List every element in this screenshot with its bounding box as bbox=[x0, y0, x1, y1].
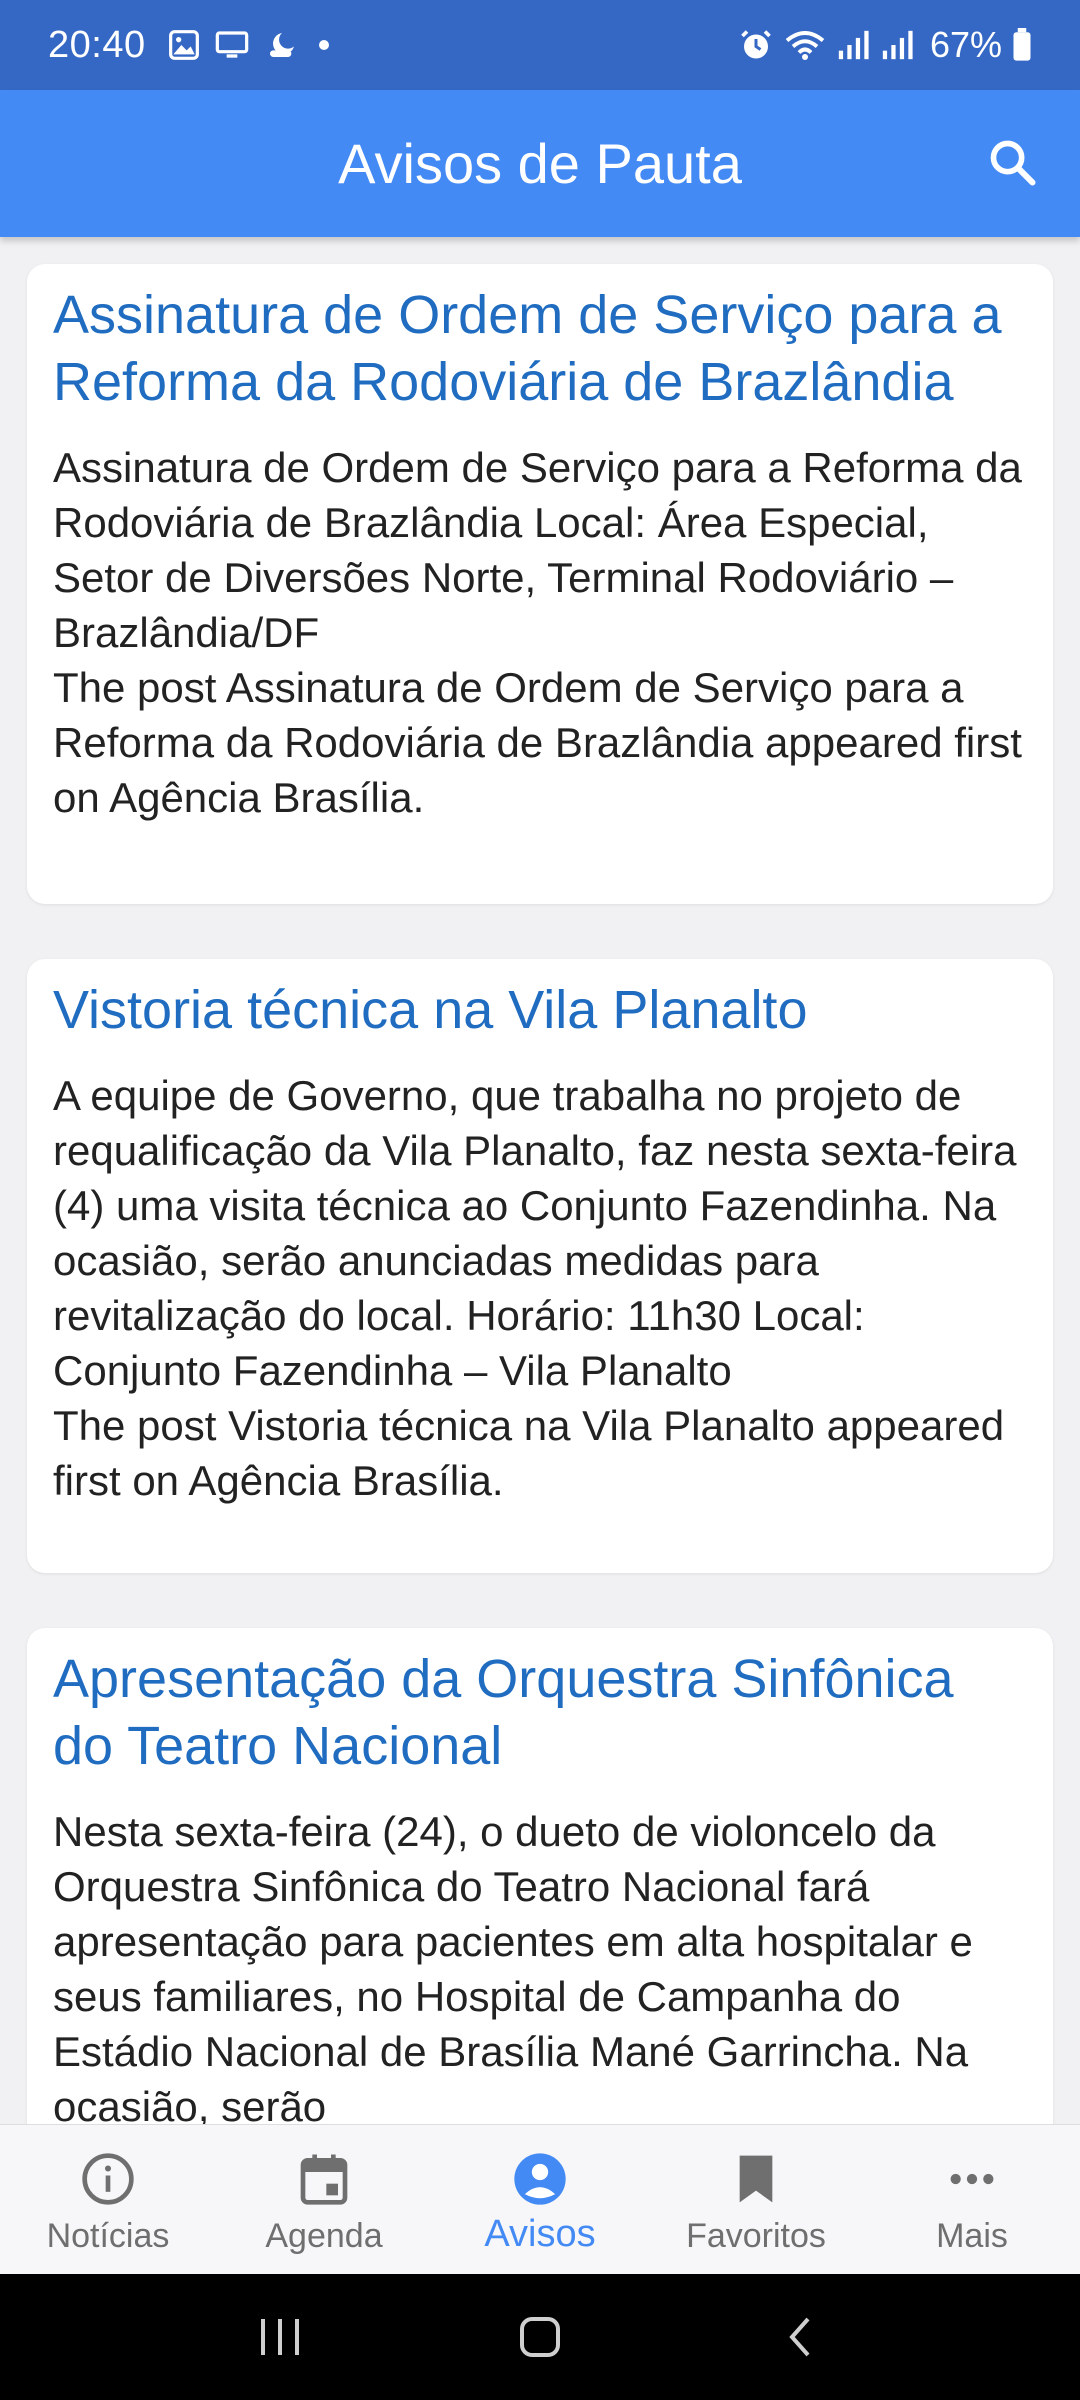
card-title[interactable]: Assinatura de Ordem de Serviço para a Re… bbox=[53, 282, 1027, 416]
home-button[interactable] bbox=[490, 2297, 590, 2377]
dot-icon bbox=[314, 35, 334, 55]
battery-icon bbox=[1012, 28, 1032, 62]
status-bar: 20:40 67% bbox=[0, 0, 1080, 90]
back-icon bbox=[789, 2317, 810, 2357]
nav-item-mais[interactable]: Mais bbox=[864, 2125, 1080, 2274]
search-icon bbox=[990, 140, 1036, 186]
nav-item-agenda[interactable]: Agenda bbox=[216, 2125, 432, 2274]
moon-cloud-icon bbox=[264, 29, 300, 61]
app-bar: Avisos de Pauta bbox=[0, 90, 1080, 237]
card-title[interactable]: Vistoria técnica na Vila Planalto bbox=[53, 977, 1027, 1044]
system-navigation-bar bbox=[0, 2274, 1080, 2400]
back-button[interactable] bbox=[750, 2297, 850, 2377]
bottom-navigation: Notícias Agenda Avisos Favoritos Mais bbox=[0, 2124, 1080, 2274]
calendar-icon bbox=[296, 2149, 352, 2209]
list-item[interactable]: Apresentação da Orquestra Sinfônica do T… bbox=[27, 1628, 1053, 2124]
nav-label: Favoritos bbox=[686, 2217, 826, 2255]
page-title: Avisos de Pauta bbox=[338, 132, 742, 195]
wifi-icon bbox=[784, 28, 826, 62]
more-horizontal-icon bbox=[944, 2149, 1000, 2209]
alarm-icon bbox=[738, 27, 774, 63]
bookmark-icon bbox=[728, 2149, 784, 2209]
image-icon bbox=[168, 29, 200, 61]
list-item[interactable]: Vistoria técnica na Vila Planalto A equi… bbox=[27, 959, 1053, 1573]
card-body: Assinatura de Ordem de Serviço para a Re… bbox=[53, 444, 1022, 821]
nav-label: Mais bbox=[936, 2217, 1008, 2255]
nav-item-avisos[interactable]: Avisos bbox=[432, 2125, 648, 2274]
recents-icon bbox=[261, 2319, 299, 2355]
status-system-icons: 67% bbox=[738, 24, 1032, 66]
status-notification-icons bbox=[168, 29, 334, 61]
person-icon bbox=[512, 2149, 568, 2209]
card-body: A equipe de Governo, que trabalha no pro… bbox=[53, 1072, 1017, 1504]
signal-icon bbox=[836, 29, 870, 61]
list-item[interactable]: Assinatura de Ordem de Serviço para a Re… bbox=[27, 264, 1053, 904]
nav-label: Notícias bbox=[46, 2217, 170, 2255]
monitor-icon bbox=[214, 29, 250, 61]
card-body: Nesta sexta-feira (24), o dueto de violo… bbox=[53, 1808, 973, 2124]
notice-list[interactable]: Assinatura de Ordem de Serviço para a Re… bbox=[0, 237, 1080, 2124]
nav-label: Agenda bbox=[265, 2217, 383, 2255]
battery-percentage: 67% bbox=[929, 24, 1002, 65]
nav-item-noticias[interactable]: Notícias bbox=[0, 2125, 216, 2274]
search-button[interactable] bbox=[980, 130, 1046, 196]
info-icon bbox=[80, 2149, 136, 2209]
recents-button[interactable] bbox=[230, 2297, 330, 2377]
card-title[interactable]: Apresentação da Orquestra Sinfônica do T… bbox=[53, 1646, 1027, 1780]
nav-label: Avisos bbox=[484, 2213, 596, 2255]
nav-item-favoritos[interactable]: Favoritos bbox=[648, 2125, 864, 2274]
status-time: 20:40 bbox=[48, 23, 146, 66]
signal-icon bbox=[880, 29, 914, 61]
home-icon bbox=[520, 2317, 560, 2357]
